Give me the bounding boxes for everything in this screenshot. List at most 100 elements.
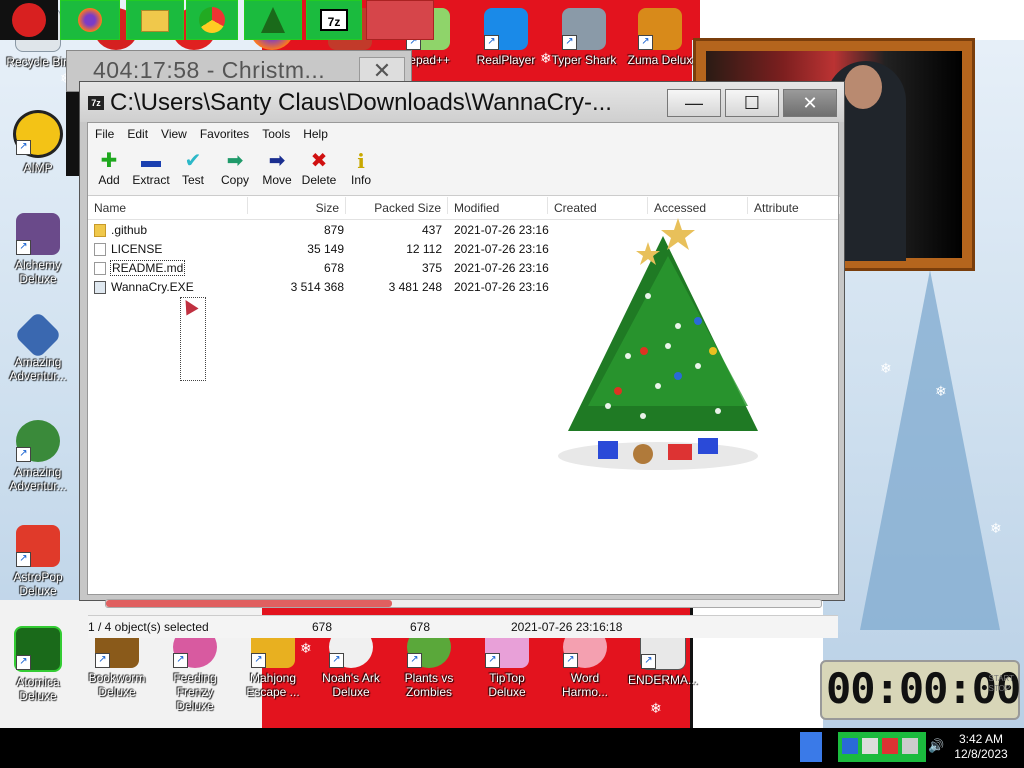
shortcut-arrow-icon: ↗ (638, 35, 653, 50)
column-packed-size[interactable]: Packed Size (346, 197, 448, 215)
window-titlebar[interactable]: 7z C:\Users\Santy Claus\Downloads\WannaC… (80, 82, 844, 122)
wallpaper-cloud (700, 0, 1024, 40)
file-name: .github (111, 223, 148, 237)
copy-button[interactable]: ➡ Copy (214, 149, 256, 187)
taskbar-firefox[interactable] (60, 0, 120, 40)
aimp-icon: ↗ (13, 110, 63, 158)
shortcut-arrow-icon: ↗ (641, 654, 656, 669)
file-packed-size: 375 (421, 261, 442, 275)
desktop-icon-label: Alchemy Deluxe (14, 258, 61, 286)
tray-device-icon[interactable] (902, 738, 918, 754)
arrow-right-icon: ➡ (226, 150, 244, 172)
compass-icon: ↗ (16, 420, 60, 462)
test-button[interactable]: ✔ Test (172, 149, 214, 187)
extract-button[interactable]: ▬ Extract (130, 149, 172, 187)
column-name[interactable]: Name (88, 197, 248, 215)
shortcut-arrow-icon: ↗ (251, 653, 266, 668)
taskbar-explorer[interactable] (126, 0, 184, 40)
tray-security-icon[interactable] (862, 738, 878, 754)
shortcut-arrow-icon: ↗ (562, 35, 577, 50)
status-packed: 678 (410, 620, 431, 634)
desktop-icon-realplayer[interactable]: ↗ RealPlayer (469, 8, 543, 67)
toolbar: ✚ Add ▬ Extract ✔ Test ➡ Copy ➡ Move ✖ D… (88, 145, 838, 196)
extract-button-label: Extract (132, 173, 170, 187)
shortcut-arrow-icon: ↗ (16, 655, 31, 670)
shortcut-arrow-icon: ↗ (16, 552, 31, 567)
timer-widget[interactable]: 00:00:00 START STOP (820, 660, 1021, 720)
desktop-icon-zuma[interactable]: ↗ Zuma Delux (623, 8, 697, 67)
menu-view[interactable]: View (154, 123, 193, 141)
tray-network-icon[interactable] (842, 738, 858, 754)
delete-button-label: Delete (301, 173, 337, 187)
tree-icon (261, 7, 285, 33)
info-button[interactable]: i Info (340, 149, 382, 187)
move-button[interactable]: ➡ Move (256, 149, 298, 187)
shortcut-arrow-icon: ↗ (485, 653, 500, 668)
desktop-icon-aimp[interactable]: ↗ AIMP (1, 110, 75, 175)
desktop-icon-label: AIMP (23, 161, 53, 175)
file-size: 879 (323, 223, 344, 237)
desktop-icon-label: Typer Shark (551, 53, 617, 67)
delete-button[interactable]: ✖ Delete (298, 149, 340, 187)
desktop-icon-typer-shark[interactable]: ↗ Typer Shark (547, 8, 621, 67)
system-tray (838, 732, 926, 762)
desktop-icon-label: Feeding Frenzy Deluxe (173, 671, 217, 713)
desktop-icon-label: RealPlayer (476, 53, 536, 67)
taskbar-date: 12/8/2023 (954, 747, 1008, 761)
column-created[interactable]: Created (548, 197, 648, 215)
desktop-icon-amazing-adventures-2[interactable]: ↗ Amazing Adventur... (1, 420, 75, 493)
photo-face (844, 65, 882, 109)
snowflake-icon: ❄ (880, 360, 892, 376)
menu-tools[interactable]: Tools (255, 123, 296, 141)
move-button-label: Move (262, 173, 292, 187)
column-accessed[interactable]: Accessed (648, 197, 748, 215)
taskbar-chrome[interactable] (186, 0, 238, 40)
minimize-button[interactable]: — (667, 89, 721, 117)
volume-icon[interactable]: 🔊 (928, 738, 944, 754)
desktop-icon-atomica[interactable]: ↗ Atomica Deluxe (1, 626, 75, 703)
timer-stop-button[interactable]: STOP (989, 684, 1014, 694)
file-name: README.md (109, 260, 186, 276)
desktop-icon-feeding-frenzy[interactable]: ↗ Feeding Frenzy Deluxe (158, 626, 232, 713)
plus-icon: ✚ (100, 150, 118, 172)
file-name: LICENSE (111, 242, 163, 256)
x-icon: ✖ (310, 150, 328, 172)
desktop-icon-astropop[interactable]: ↗ AstroPop Deluxe (1, 525, 75, 598)
taskbar-7zip[interactable]: 7z (306, 0, 362, 40)
menu-edit[interactable]: Edit (120, 123, 154, 141)
close-button[interactable]: ✕ (783, 89, 837, 117)
window-title: C:\Users\Santy Claus\Downloads\WannaCry-… (110, 89, 612, 116)
christmas-tree-sprite (558, 218, 758, 470)
desktop-icon-amazing-adventures-1[interactable]: Amazing Adventur... (1, 310, 75, 383)
timer-controls[interactable]: START STOP (989, 674, 1014, 694)
start-button[interactable] (0, 0, 58, 40)
file-size: 35 149 (307, 242, 344, 256)
background-window-body (66, 92, 80, 176)
gem-icon (13, 310, 63, 360)
tray-show-hidden[interactable] (800, 732, 822, 762)
folder-icon (94, 224, 106, 238)
column-attributes[interactable]: Attribute (748, 197, 840, 215)
zuma-icon: ↗ (638, 8, 682, 50)
tray-alert-icon[interactable] (882, 738, 898, 754)
menu-file[interactable]: File (88, 123, 120, 141)
taskbar-clock[interactable]: 3:42 AM 12/8/2023 (944, 732, 1018, 762)
desktop-icon-label: ENDERMA... (627, 673, 698, 687)
menu-favorites[interactable]: Favorites (193, 123, 255, 141)
desktop-icon-label: Amazing Adventur... (9, 355, 67, 383)
taskbar-item[interactable] (366, 0, 434, 40)
shortcut-arrow-icon: ↗ (16, 240, 31, 255)
desktop-icon-label: Zuma Delux (627, 53, 693, 67)
timer-start-button[interactable]: START (989, 674, 1014, 684)
column-size[interactable]: Size (248, 197, 346, 215)
add-button[interactable]: ✚ Add (88, 149, 130, 187)
astropop-icon: ↗ (16, 525, 60, 567)
maximize-button[interactable]: ☐ (725, 89, 779, 117)
column-modified[interactable]: Modified (448, 197, 548, 215)
executable-icon (94, 281, 106, 295)
desktop-icon-label: Recycle Bin (6, 55, 70, 69)
desktop-icon-alchemy[interactable]: ↗ Alchemy Deluxe (1, 213, 75, 286)
menu-help[interactable]: Help (296, 123, 334, 141)
file-modified: 2021-07-26 23:16 (454, 242, 549, 256)
taskbar-christmas[interactable] (244, 0, 302, 40)
